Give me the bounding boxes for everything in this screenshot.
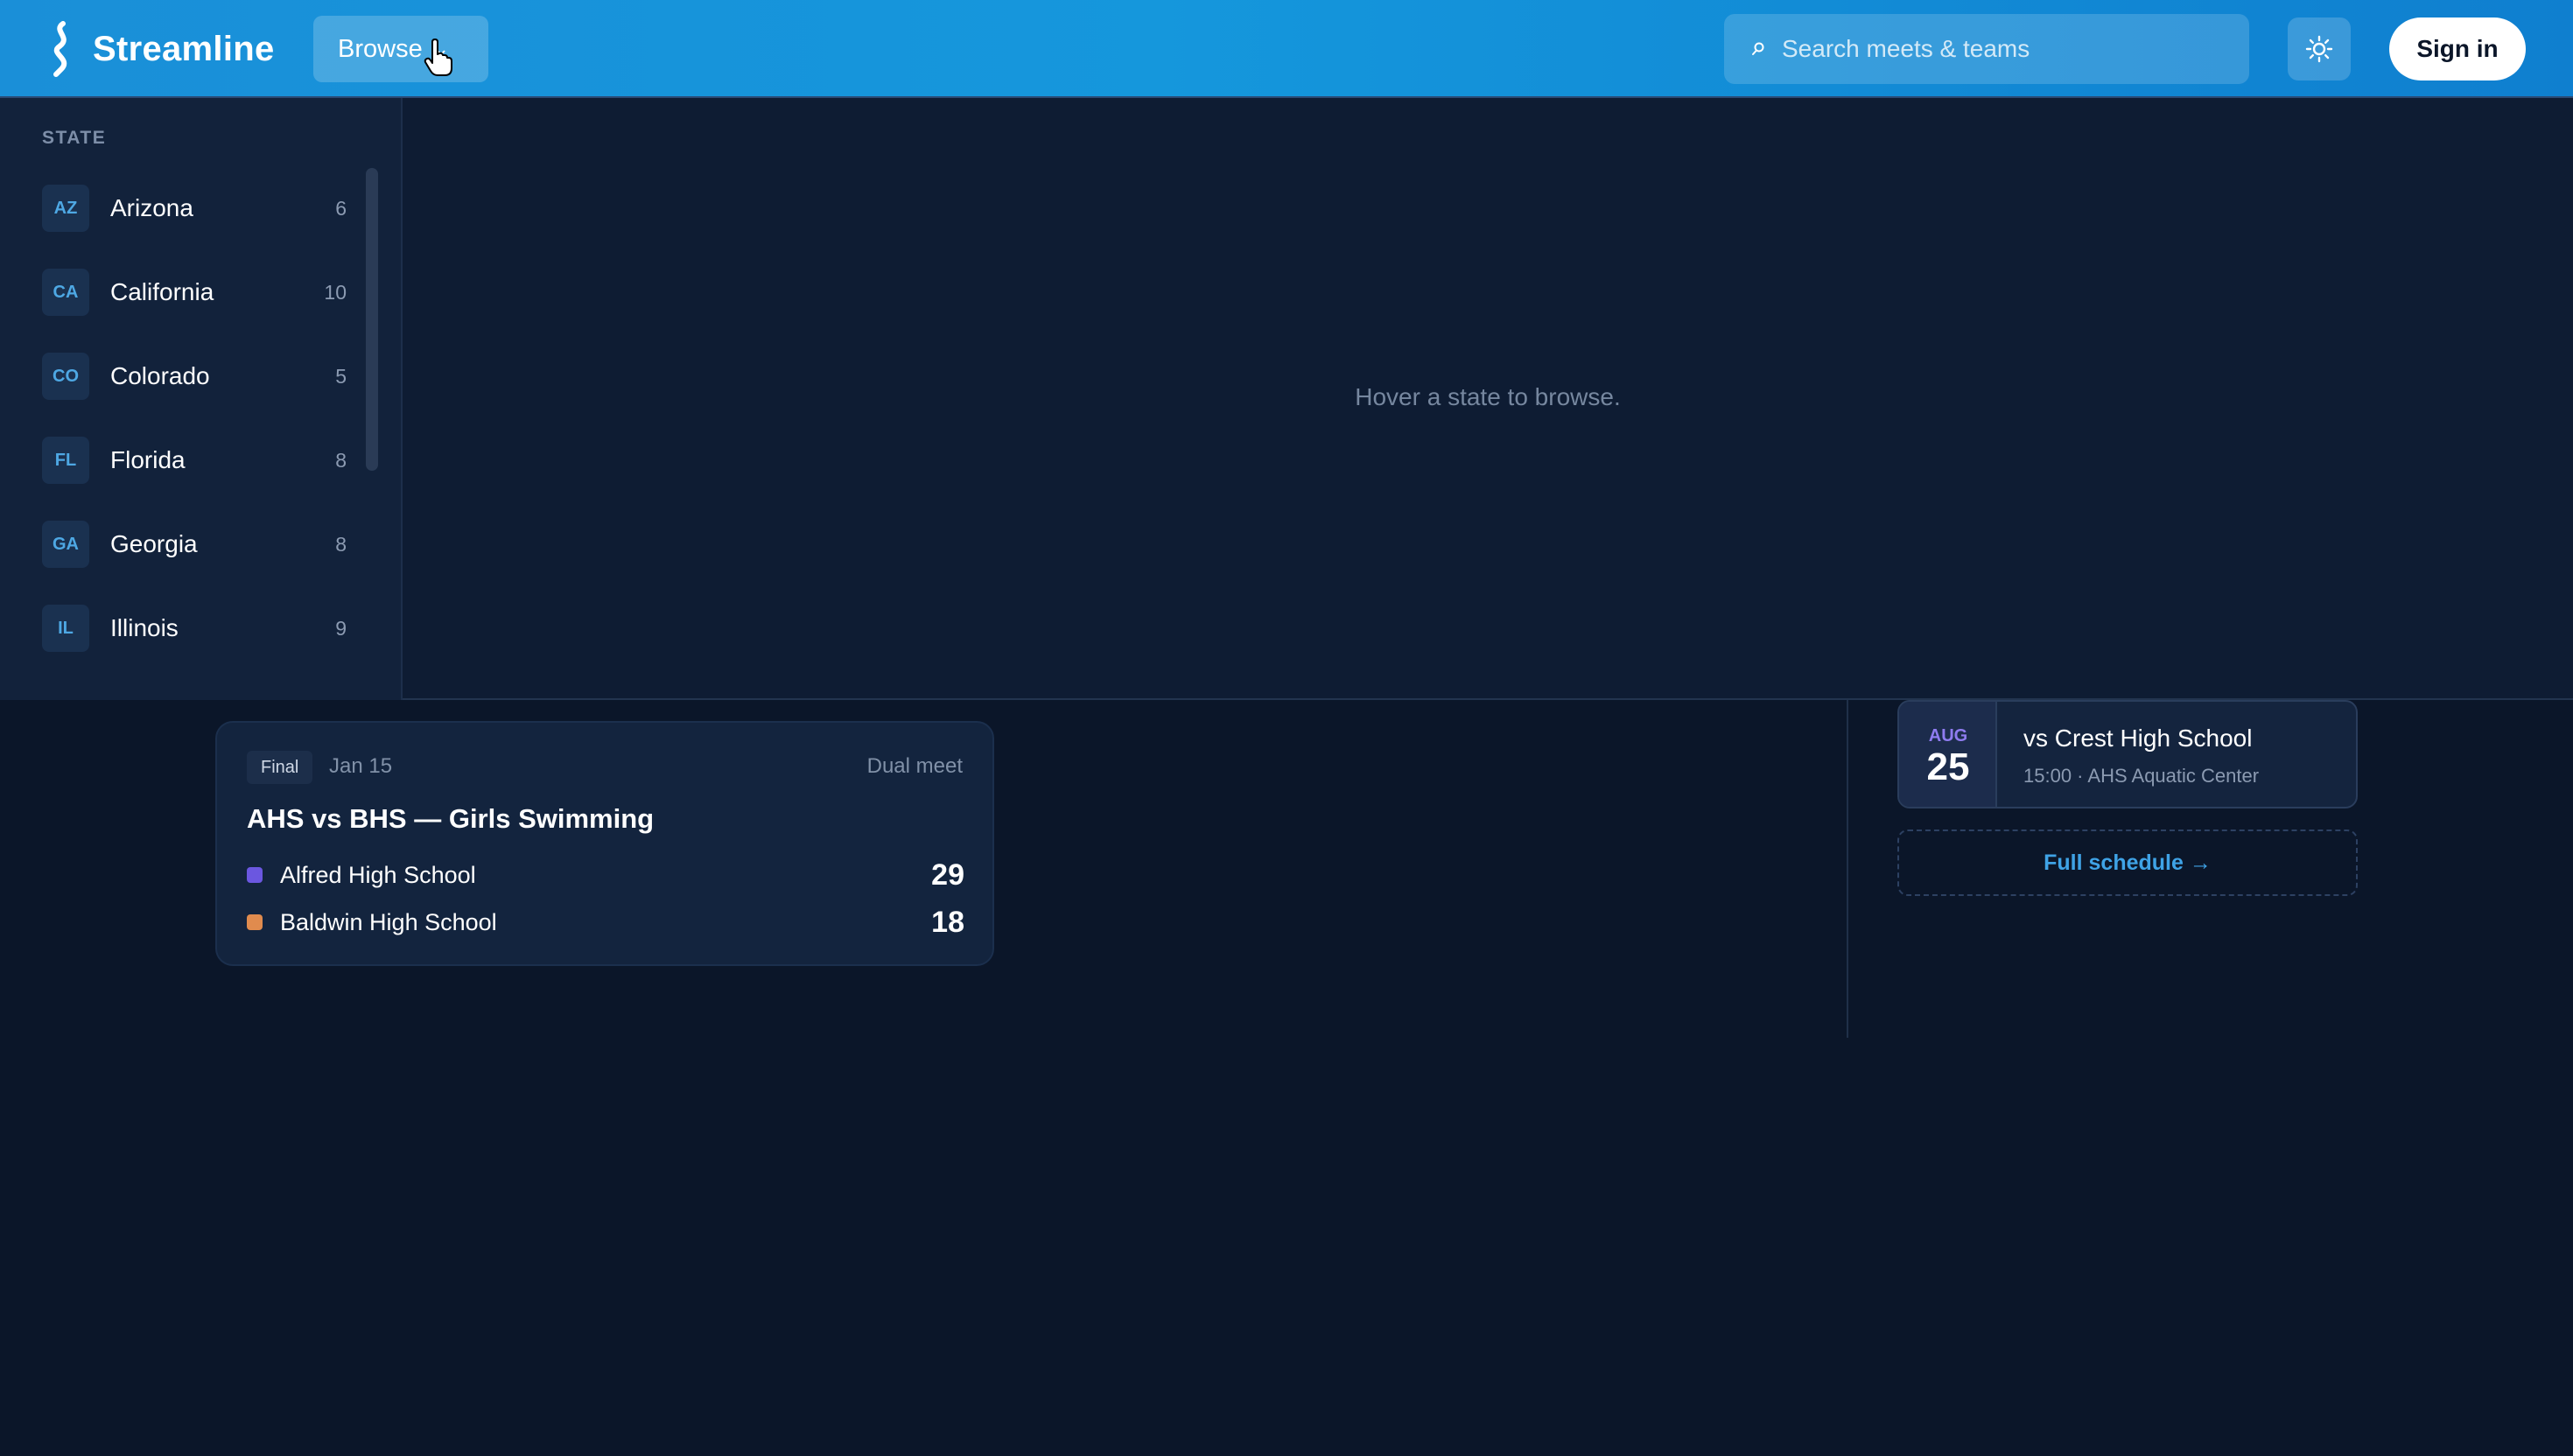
- state-name: Georgia: [110, 530, 198, 557]
- sun-icon: [2305, 35, 2333, 63]
- meet-result-card[interactable]: Final Jan 15 Dual meet AHS vs BHS — Girl…: [215, 721, 994, 966]
- state-item-illinois[interactable]: IL Illinois 9: [26, 592, 359, 665]
- event-title: vs Crest High School: [2023, 724, 2253, 752]
- team-color-swatch: [247, 867, 263, 883]
- streamline-logo-icon: [53, 21, 67, 77]
- state-count: 6: [335, 196, 347, 220]
- state-count: 10: [324, 280, 347, 304]
- search-icon: [1752, 42, 1764, 55]
- event-meta: 15:00 · AHS Aquatic Center: [2023, 765, 2260, 787]
- full-schedule-link[interactable]: Full schedule →: [1897, 830, 2358, 896]
- column-divider: [1847, 700, 1848, 1038]
- meet-title: AHS vs BHS — Girls Swimming: [247, 803, 655, 834]
- state-name: California: [110, 278, 214, 305]
- state-list-scrollbar[interactable]: [366, 168, 378, 471]
- team-row: Baldwin High School 18: [247, 903, 964, 942]
- event-date-block: AUG 25: [1899, 702, 1997, 807]
- state-abbr: IL: [42, 605, 89, 652]
- upcoming-meet-card[interactable]: AUG 25 vs Crest High School 15:00 · AHS …: [1897, 700, 2358, 808]
- state-item-colorado[interactable]: CO Colorado 5: [26, 340, 359, 413]
- state-count: 9: [335, 616, 347, 640]
- browse-button[interactable]: Browse ⌄: [313, 16, 488, 82]
- team-color-swatch: [247, 914, 263, 930]
- state-count: 5: [335, 364, 347, 388]
- team-row: Alfred High School 29: [247, 856, 964, 894]
- hand-pointer-cursor-icon: [424, 38, 452, 76]
- state-name: Illinois: [110, 614, 179, 641]
- brand-logo[interactable]: Streamline: [46, 18, 275, 80]
- browse-hint: Hover a state to browse.: [1355, 383, 1621, 410]
- state-abbr: GA: [42, 521, 89, 568]
- team-score: 18: [931, 905, 964, 939]
- sign-in-button[interactable]: Sign in: [2389, 18, 2526, 80]
- top-header: Streamline Browse ⌄ Sign in: [0, 0, 2573, 98]
- state-name: Arizona: [110, 194, 193, 221]
- meet-type: Dual meet: [866, 754, 963, 778]
- state-abbr: FL: [42, 437, 89, 484]
- state-list-heading: STATE: [42, 128, 107, 148]
- state-item-georgia[interactable]: GA Georgia 8: [26, 508, 359, 581]
- team-score: 29: [931, 858, 964, 892]
- state-list: STATE AZ Arizona 6 CA California 10 CO C…: [0, 98, 403, 700]
- state-name: Colorado: [110, 362, 210, 389]
- event-month: AUG: [1928, 726, 1968, 746]
- state-item-california[interactable]: CA California 10: [26, 256, 359, 329]
- team-name: Alfred High School: [280, 861, 476, 888]
- state-abbr: AZ: [42, 185, 89, 232]
- browse-label: Browse: [338, 34, 423, 63]
- state-abbr: CA: [42, 269, 89, 316]
- team-name: Baldwin High School: [280, 908, 497, 935]
- state-name: Florida: [110, 446, 186, 473]
- search-box[interactable]: [1724, 14, 2249, 84]
- browse-dropdown-panel: STATE AZ Arizona 6 CA California 10 CO C…: [0, 98, 2573, 700]
- meet-date: Jan 15: [329, 754, 393, 778]
- theme-toggle-button[interactable]: [2288, 18, 2351, 80]
- state-abbr: CO: [42, 353, 89, 400]
- state-item-florida[interactable]: FL Florida 8: [26, 424, 359, 497]
- state-count: 8: [335, 448, 347, 472]
- search-input[interactable]: [1782, 35, 2237, 63]
- status-badge: Final: [247, 751, 313, 784]
- event-day: 25: [1926, 746, 1970, 788]
- brand-name: Streamline: [93, 29, 275, 68]
- state-item-arizona[interactable]: AZ Arizona 6: [26, 172, 359, 245]
- state-count: 8: [335, 532, 347, 556]
